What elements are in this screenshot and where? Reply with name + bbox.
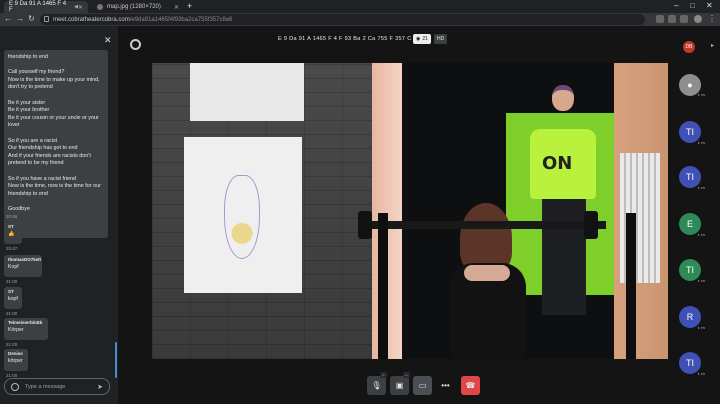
video-rig-end [358,211,372,239]
video-sketch [224,175,260,259]
chat-message: Teimeimerbit4tb Körper [4,318,48,340]
tab-title: E 9 Da 91 A 1465 F 4 F [9,1,67,13]
chat-message: ST 👍 [4,222,22,244]
participant-sublabel: t. m [698,140,705,145]
video-paper [190,63,304,121]
video-rig-end [584,211,598,239]
chat-message-long: friendship to end Call yourself my frien… [4,50,108,238]
close-chat-icon[interactable]: ✕ [104,35,112,46]
chevron-up-icon[interactable]: ^ [403,372,410,378]
mic-off-icon: 🎙 [371,381,382,390]
message-text: kopf [8,296,18,302]
chat-message: Denise körper [4,349,28,371]
new-tab-button[interactable]: + [187,1,192,11]
participant-sublabel: t. m [698,325,705,330]
chat-message: ST kopf [4,287,22,309]
tab-map[interactable]: map.jpg (1280×720) ✕ [92,1,184,13]
maximize-icon[interactable]: □ [690,1,695,10]
video-pole [626,213,636,359]
chat-panel: ✕ friendship to end Call yourself my fri… [0,26,118,404]
message-input[interactable] [25,383,95,390]
message-sender: thomasDO7kelt [8,257,42,262]
forward-icon[interactable]: → [16,14,24,23]
chat-message: thomasDO7kelt Kopf [4,255,42,277]
address-bar-row: ← → ↻ meet.cobratheatercobra.com/e9da91a… [0,13,720,26]
extension-icon[interactable] [680,15,688,23]
video-rig-bar [362,221,606,229]
globe-icon [97,4,103,10]
tab-title: map.jpg (1280×720) [107,4,161,10]
video-rig [358,211,606,239]
camera-button[interactable]: ▣ ^ [390,372,410,395]
video-shirt-print: ON [542,153,573,174]
message-time: 21:00 [6,311,18,316]
mute-mic-button[interactable]: 🎙 ^ [367,372,387,395]
reload-icon[interactable]: ↻ [28,14,35,23]
extension-icon[interactable] [656,15,664,23]
chat-toggle-button[interactable]: ▭ [413,376,432,395]
send-icon[interactable]: ➤ [97,383,103,391]
message-sender: ST [8,289,14,294]
video-head [552,85,574,111]
message-text: 👍 [8,231,15,237]
close-tab-icon[interactable]: ✕ [78,4,83,11]
lock-icon [44,16,49,22]
menu-icon[interactable]: ⋮ [708,14,716,23]
avatar-overflow-icon: ▸ [711,43,715,49]
close-window-icon[interactable]: ✕ [706,1,713,10]
hangup-icon: ☎ [465,381,476,390]
avatar-self[interactable]: DB [683,41,695,53]
participant-sublabel: t. m [698,371,705,376]
meeting-stage: E 9 Da 91 A 1465 F 4 F 93 Ba 2 Ca 755 F … [118,26,720,404]
extension-icon[interactable] [668,15,676,23]
url-field[interactable]: meet.cobratheatercobra.com/e9da91a1465f4… [40,14,645,25]
message-time: 21:00 [6,342,18,347]
jitsi-logo-icon [130,39,141,50]
participant-sublabel: t. m [698,185,705,190]
video-pole [378,213,388,359]
message-sender: Denise [8,351,23,356]
video-quality-badge[interactable]: HD [434,34,448,44]
people-icon: ◉ [416,36,421,42]
chevron-up-icon[interactable]: ^ [380,372,387,378]
participant-count-badge[interactable]: ◉ 21 [413,34,431,44]
more-options-button[interactable]: ••• [436,376,455,395]
emoji-icon[interactable] [11,382,19,391]
participant-count: 21 [422,36,428,42]
more-icon: ••• [441,381,450,390]
url-host: meet.cobratheatercobra.com [53,16,130,23]
participant-sublabel: t. m [698,92,705,97]
browser-tab-bar: E 9 Da 91 A 1465 F 4 F ◀ ✕ map.jpg (1280… [0,0,720,13]
leave-call-button[interactable]: ☎ [461,376,480,395]
back-icon[interactable]: ← [4,14,12,23]
message-time: 20:47 [6,246,18,251]
message-text: Kopf [8,264,19,270]
message-time: 21:00 [6,279,18,284]
message-composer: ➤ [4,378,110,395]
participant-sublabel: t. m [698,278,705,283]
message-sender: ST [8,224,14,229]
close-tab-icon[interactable]: ✕ [174,4,179,11]
meeting-toolbar: 🎙 ^ ▣ ^ ▭ ••• ☎ [367,372,480,397]
message-time: 20:46 [6,214,18,219]
message-sender: Teimeimerbit4tb [8,320,43,325]
message-text: Körper [8,327,24,333]
message-text: körper [8,358,23,364]
camera-off-icon: ▣ [395,381,404,390]
profile-icon[interactable] [694,15,702,23]
room-title: E 9 Da 91 A 1465 F 4 F 93 Ba 2 Ca 755 F … [278,36,428,42]
participant-sublabel: t. m [698,232,705,237]
chat-scrollbar[interactable] [115,342,117,378]
url-path: /e9da91a1465f4f93ba2ca755f357c8a6 [129,16,233,23]
main-video[interactable]: ON [152,63,668,359]
video-arms [464,265,510,281]
minimize-icon[interactable]: – [674,1,678,10]
chat-icon: ▭ [418,381,427,390]
tab-meeting[interactable]: E 9 Da 91 A 1465 F 4 F ◀ ✕ [4,1,88,13]
